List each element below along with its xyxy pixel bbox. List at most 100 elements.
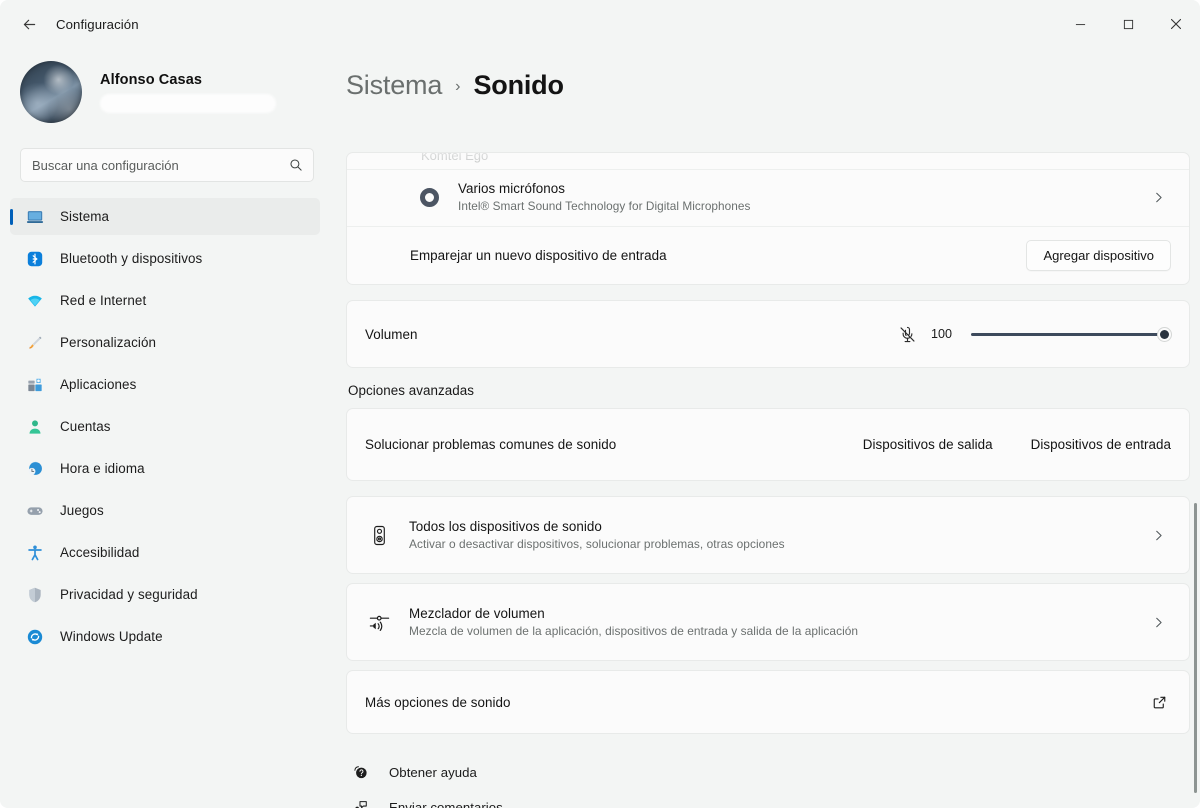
speaker-device-icon	[365, 521, 393, 549]
volume-slider[interactable]	[971, 324, 1172, 344]
system-monitor-icon	[24, 206, 46, 228]
sidebar-item-juegos[interactable]: Juegos	[10, 492, 320, 529]
sidebar-item-aplicaciones[interactable]: Aplicaciones	[10, 366, 320, 403]
slider-thumb[interactable]	[1157, 326, 1172, 342]
window-controls	[1056, 0, 1200, 48]
account-email-redacted	[100, 93, 276, 113]
sidebar-item-red-internet[interactable]: Red e Internet	[10, 282, 320, 319]
person-icon	[24, 416, 46, 438]
output-devices-link[interactable]: Dispositivos de salida	[863, 437, 993, 452]
settings-window: Configuración Alfonso Casas Buscar una c…	[0, 0, 1200, 808]
sidebar-item-label: Hora e idioma	[60, 461, 145, 476]
all-sound-devices-card[interactable]: Todos los dispositivos de sonido Activar…	[346, 496, 1190, 574]
volume-mixer-card[interactable]: Mezclador de volumen Mezcla de volumen d…	[346, 583, 1190, 661]
chevron-right-icon[interactable]	[1152, 191, 1171, 204]
sidebar-item-windows-update[interactable]: Windows Update	[10, 618, 320, 655]
back-button[interactable]	[12, 7, 46, 41]
bluetooth-icon	[24, 248, 46, 270]
pair-label: Emparejar un nuevo dispositivo de entrad…	[410, 248, 667, 263]
microphone-muted-icon[interactable]	[898, 325, 917, 344]
volume-mixer-row[interactable]: Mezclador de volumen Mezcla de volumen d…	[347, 584, 1189, 660]
search-icon	[289, 158, 303, 172]
account-text: Alfonso Casas	[100, 72, 276, 113]
volume-row: Volumen 100	[347, 301, 1189, 367]
feedback-icon	[350, 798, 370, 808]
help-icon	[350, 763, 370, 783]
troubleshoot-label: Solucionar problemas comunes de sonido	[365, 437, 617, 452]
chevron-right-icon[interactable]	[1152, 616, 1171, 629]
send-feedback-link[interactable]: Enviar comentarios	[350, 790, 1190, 808]
sidebar-item-label: Aplicaciones	[60, 377, 137, 392]
more-sound-options-label: Más opciones de sonido	[365, 694, 511, 710]
wifi-icon	[24, 290, 46, 312]
sidebar-item-label: Red e Internet	[60, 293, 147, 308]
sidebar-item-hora-idioma[interactable]: Hora e idioma	[10, 450, 320, 487]
slider-track	[971, 332, 1171, 336]
more-sound-options-row[interactable]: Más opciones de sonido	[347, 671, 1189, 733]
avatar	[20, 61, 82, 123]
minimize-icon	[1075, 23, 1085, 25]
settings-scroll-area: Komtel Ego Varios micrófonos Intel® Smar…	[346, 152, 1190, 808]
sidebar-item-label: Juegos	[60, 503, 104, 518]
sidebar-item-sistema[interactable]: Sistema	[10, 198, 320, 235]
sidebar-item-cuentas[interactable]: Cuentas	[10, 408, 320, 445]
back-arrow-icon	[23, 19, 35, 29]
account-block[interactable]: Alfonso Casas	[0, 48, 330, 126]
sidebar-item-label: Accesibilidad	[60, 545, 140, 560]
clipped-device-row: Komtel Ego	[347, 153, 1189, 169]
paintbrush-icon	[24, 332, 46, 354]
advanced-section-title: Opciones avanzadas	[348, 383, 474, 398]
search-input[interactable]	[21, 157, 313, 173]
maximize-button[interactable]	[1104, 0, 1152, 48]
apps-grid-icon	[24, 374, 46, 396]
card-subtitle: Activar o desactivar dispositivos, soluc…	[409, 537, 785, 551]
vertical-scrollbar[interactable]	[1194, 503, 1197, 793]
more-sound-options-card[interactable]: Más opciones de sonido	[346, 670, 1190, 734]
gamepad-icon	[24, 500, 46, 522]
page-title: Sonido	[473, 70, 564, 100]
device-title: Varios micrófonos	[458, 181, 566, 196]
maximize-icon	[1123, 19, 1133, 29]
minimize-button[interactable]	[1056, 0, 1104, 48]
input-devices-card: Komtel Ego Varios micrófonos Intel® Smar…	[346, 152, 1190, 285]
volume-mixer-icon	[365, 608, 393, 636]
radio-selected-icon[interactable]	[420, 187, 439, 207]
breadcrumb-parent[interactable]: Sistema	[346, 70, 442, 101]
device-subtitle: Intel® Smart Sound Technology for Digita…	[458, 199, 751, 213]
sidebar-item-accesibilidad[interactable]: Accesibilidad	[10, 534, 320, 571]
add-device-button[interactable]: Agregar dispositivo	[1026, 240, 1171, 271]
sidebar-item-label: Privacidad y seguridad	[60, 587, 198, 602]
pair-input-device-row: Emparejar un nuevo dispositivo de entrad…	[347, 226, 1189, 284]
sidebar-item-personalizacion[interactable]: Personalización	[10, 324, 320, 361]
windows-update-icon	[24, 626, 46, 648]
sidebar-item-label: Windows Update	[60, 629, 163, 644]
accessibility-icon	[24, 542, 46, 564]
footer-link-label: Obtener ayuda	[389, 765, 477, 780]
get-help-link[interactable]: Obtener ayuda	[350, 755, 1190, 790]
breadcrumb-separator: ›	[455, 78, 461, 95]
footer-link-label: Enviar comentarios	[389, 800, 503, 808]
sidebar-item-bluetooth[interactable]: Bluetooth y dispositivos	[10, 240, 320, 277]
sidebar-item-label: Cuentas	[60, 419, 111, 434]
card-title: Todos los dispositivos de sonido	[409, 519, 602, 534]
open-external-icon[interactable]	[1152, 695, 1171, 710]
volume-card: Volumen 100	[346, 300, 1190, 368]
shield-icon	[24, 584, 46, 606]
clock-globe-icon	[24, 458, 46, 480]
card-subtitle: Mezcla de volumen de la aplicación, disp…	[409, 624, 859, 638]
device-row-varios-microfonos[interactable]: Varios micrófonos Intel® Smart Sound Tec…	[347, 169, 1189, 226]
title-bar: Configuración	[0, 0, 1200, 48]
all-sound-devices-row[interactable]: Todos los dispositivos de sonido Activar…	[347, 497, 1189, 573]
close-icon	[1170, 18, 1182, 30]
sidebar-item-privacidad-seguridad[interactable]: Privacidad y seguridad	[10, 576, 320, 613]
sidebar: Alfonso Casas Buscar una configuración S…	[0, 48, 330, 808]
search-box[interactable]	[20, 148, 314, 182]
troubleshoot-row: Solucionar problemas comunes de sonido D…	[347, 409, 1189, 480]
account-name: Alfonso Casas	[100, 71, 203, 88]
chevron-right-icon[interactable]	[1152, 529, 1171, 542]
input-devices-link[interactable]: Dispositivos de entrada	[1031, 437, 1171, 452]
close-button[interactable]	[1152, 0, 1200, 48]
breadcrumb: Sistema › Sonido	[330, 48, 1200, 110]
troubleshoot-card: Solucionar problemas comunes de sonido D…	[346, 408, 1190, 481]
volume-label: Volumen	[365, 326, 418, 342]
